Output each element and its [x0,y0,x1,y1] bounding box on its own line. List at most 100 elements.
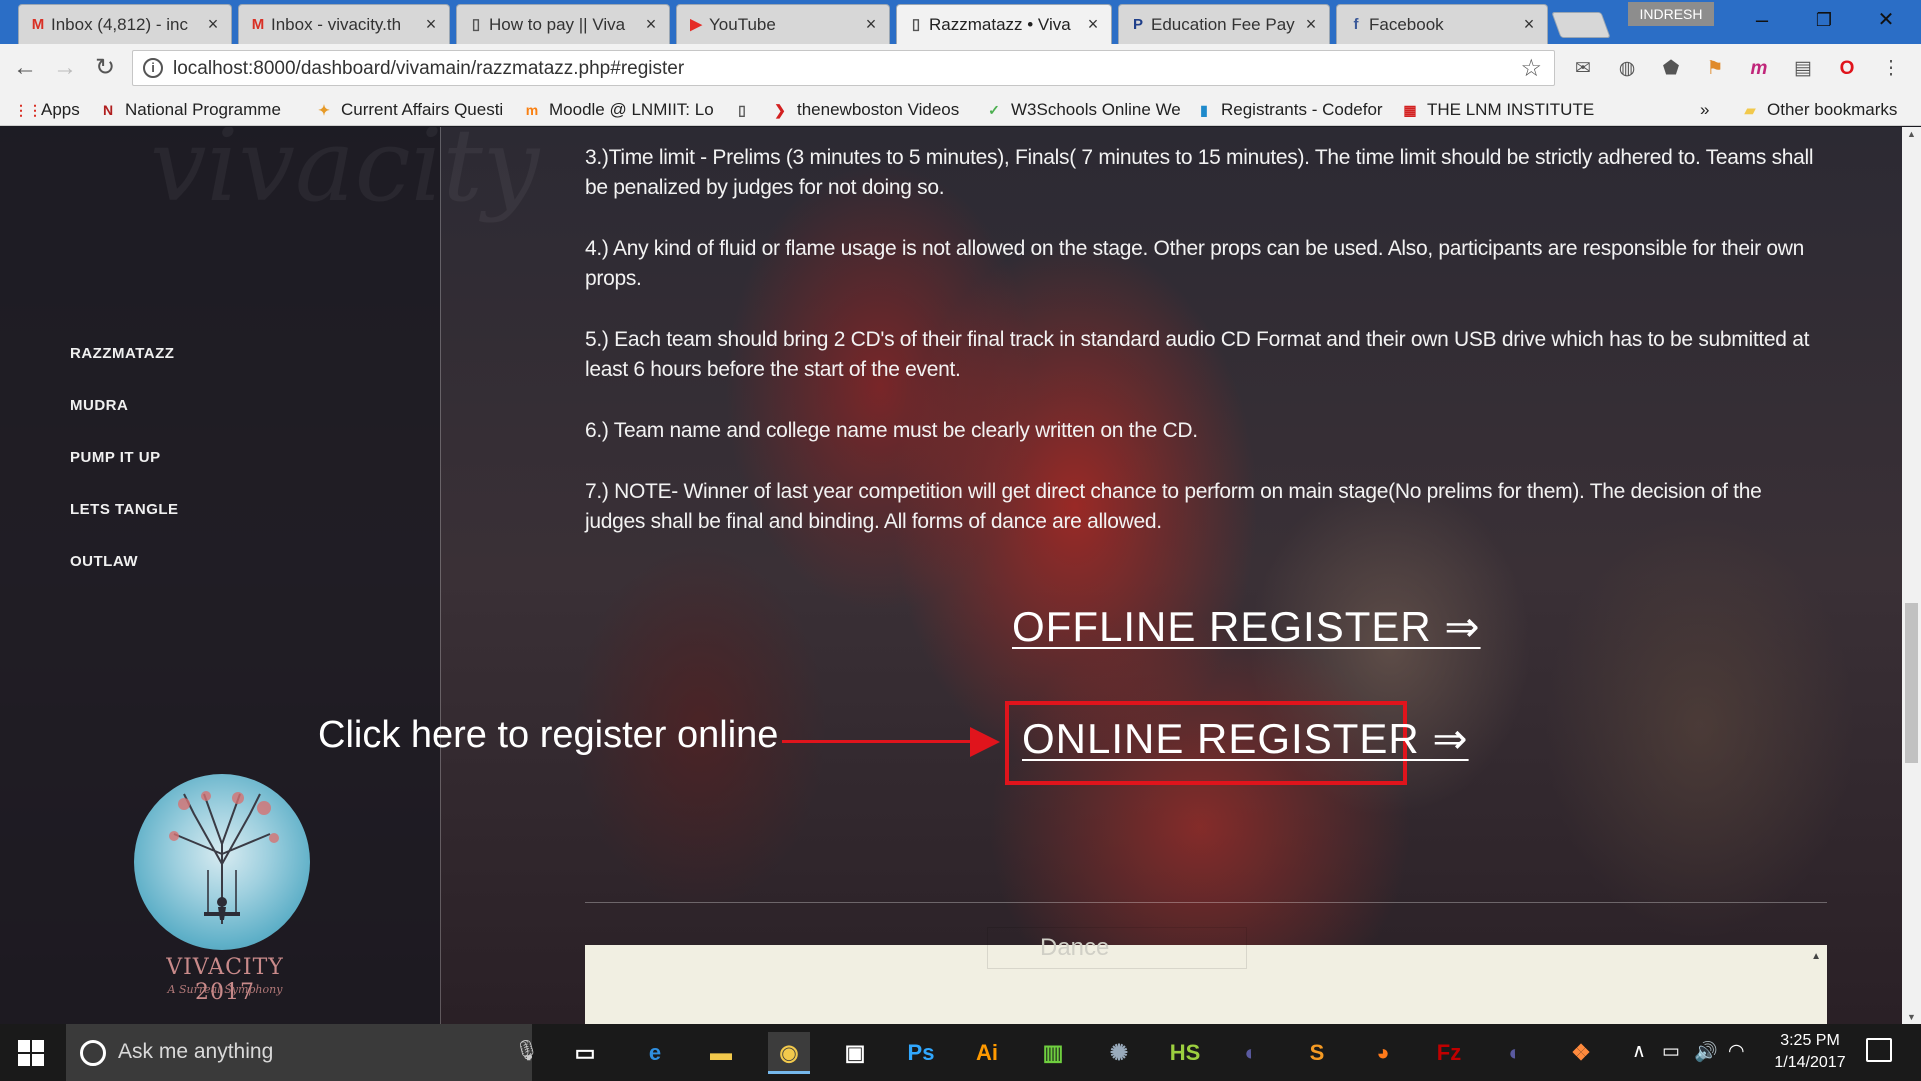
illustrator-icon[interactable]: Ai [966,1032,1008,1074]
tab-title: Education Fee Pay [1151,14,1295,34]
chrome-icon[interactable]: ◉ [768,1032,810,1074]
sidebar-item-mudra[interactable]: MUDRA [70,397,128,414]
bookmark-item[interactable]: N National Programme [98,98,298,122]
page-scrollbar[interactable]: ▲ ▼ [1902,127,1921,1024]
bookmark-item[interactable]: ✦ Current Affairs Questi [314,98,510,122]
bookmark-item[interactable]: ▯ [732,98,756,122]
tab-title: Inbox - vivacity.th [271,14,402,34]
youtube-icon: ▶ [690,16,702,33]
sublime-icon[interactable]: S [1296,1032,1338,1074]
site-info-icon[interactable]: i [143,58,163,78]
network-app-icon[interactable]: ✺ [1098,1032,1140,1074]
extension-reader-icon[interactable]: ▤ [1790,56,1816,82]
folder-icon: ▰ [1744,102,1756,118]
close-tab-icon[interactable]: × [1085,14,1101,35]
filezilla-icon[interactable]: Fz [1428,1032,1470,1074]
browser-tab[interactable]: ▯ How to pay || Viva × [456,4,670,44]
windows-start-icon[interactable] [18,1040,44,1066]
bookmark-item[interactable]: ⋮⋮ Apps [14,98,94,122]
close-tab-icon[interactable]: × [643,14,659,35]
address-url[interactable]: localhost:8000/dashboard/vivamain/razzma… [173,58,684,80]
scroll-up-icon[interactable]: ▲ [1902,129,1921,139]
sidebar: vivacity RAZZMATAZZ MUDRA PUMP IT UP LETS T… [0,127,539,1024]
thenewboston-icon: ❯ [774,102,786,118]
bookmark-item[interactable]: ▦ THE LNM INSTITUTE C [1400,98,1596,122]
close-tab-icon[interactable]: × [205,14,221,35]
bookmark-item[interactable]: m Moodle @ LNMIIT: Lo [522,98,720,122]
browser-tab[interactable]: ▶ YouTube × [676,4,890,44]
sidebar-item-razzmatazz[interactable]: RAZZMATAZZ [70,345,174,362]
profile-button[interactable]: INDRESH [1628,2,1714,26]
annotation-arrow-line [782,740,982,743]
cortana-search-box[interactable]: Ask me anything 🎙 [66,1024,539,1081]
forward-arrow-icon[interactable]: → [50,53,80,83]
task-view-icon[interactable]: ▭ [564,1032,606,1074]
volume-icon[interactable]: 🔊 [1694,1040,1718,1064]
scroll-down-icon[interactable]: ▼ [1902,1012,1921,1022]
logo-title: VIVACITY 2017 [166,955,284,1005]
reload-icon[interactable]: ↻ [90,53,120,83]
wifi-icon[interactable]: ◠ [1728,1040,1745,1063]
microphone-icon[interactable]: 🎙 [514,1038,539,1063]
event-field[interactable]: Dance [987,927,1247,969]
paytm-icon: P [1132,16,1143,33]
browser-tab[interactable]: M Inbox (4,812) - inc × [18,4,232,44]
photoshop-icon[interactable]: Ps [900,1032,942,1074]
firefox-icon[interactable]: ◕ [1362,1032,1404,1074]
online-register-link[interactable]: ONLINE REGISTER ⇒ [1022,714,1469,763]
codeblocks-icon[interactable]: ❖ [1560,1032,1602,1074]
extension-tag-icon[interactable]: ⚑ [1702,56,1728,82]
restore-button[interactable]: ❐ [1794,4,1854,36]
close-tab-icon[interactable]: × [1303,14,1319,35]
browser-toolbar: ← → ↻ i localhost:8000/dashboard/vivamai… [0,44,1921,92]
extension-globe-icon[interactable]: ◍ [1614,56,1640,82]
browser-tab[interactable]: ▯ Razzmatazz • Viva × [896,4,1112,44]
other-bookmarks-folder[interactable]: ▰ Other bookmarks [1740,98,1898,122]
minimize-button[interactable]: – [1732,4,1792,36]
logo-tagline: A Surreal Symphony [167,983,283,996]
new-tab-button[interactable] [1551,12,1611,38]
apps-grid-icon: ⋮⋮ [14,102,42,118]
taskbar-clock[interactable]: 3:25 PM 1/14/2017 [1760,1030,1860,1074]
store-icon[interactable]: ▣ [834,1032,876,1074]
rule-item: 5.) Each team should bring 2 CD's of the… [585,328,1810,381]
opera-extension-icon[interactable]: O [1834,56,1860,82]
browser-tab[interactable]: M Inbox - vivacity.th × [238,4,450,44]
chrome-menu-icon[interactable]: ⋮ [1878,56,1904,82]
close-tab-icon[interactable]: × [423,14,439,35]
bookmark-item[interactable]: ❯ thenewboston Videos [770,98,970,122]
spreadsheet-icon[interactable]: ▥ [1032,1032,1074,1074]
eclipse-icon[interactable]: ◐ [1230,1032,1272,1074]
eclipse-alt-icon[interactable]: ◐ [1494,1032,1536,1074]
edge-icon[interactable]: e [634,1032,676,1074]
lnmiit-icon: ▦ [1403,102,1417,118]
bookmarks-overflow-button[interactable]: » [1700,98,1709,122]
bookmark-item[interactable]: ✓ W3Schools Online We [984,98,1180,122]
bookmark-item[interactable]: ▮ Registrants - Codefor [1194,98,1386,122]
extension-mail-icon[interactable]: ✉ [1570,56,1596,82]
clock-time: 3:25 PM [1780,1032,1840,1049]
browser-tab[interactable]: f Facebook × [1336,4,1548,44]
extension-m-icon[interactable]: m [1746,56,1772,82]
file-explorer-icon[interactable]: ▬ [700,1032,742,1074]
tray-overflow-icon[interactable]: ∧ [1632,1040,1646,1063]
background-watermark: vivacity [150,127,540,224]
battery-icon[interactable]: ▭ [1662,1040,1680,1063]
scrollbar-thumb[interactable] [1905,603,1918,763]
back-arrow-icon[interactable]: ← [10,53,40,83]
close-tab-icon[interactable]: × [1521,14,1537,35]
sidebar-item-outlaw[interactable]: OUTLAW [70,553,138,570]
address-bar[interactable]: i localhost:8000/dashboard/vivamain/razz… [132,50,1555,86]
offline-register-link[interactable]: OFFLINE REGISTER ⇒ [1012,602,1481,651]
extension-shield-icon[interactable]: ⬟ [1658,56,1684,82]
close-tab-icon[interactable]: × [863,14,879,35]
browser-tab[interactable]: P Education Fee Pay × [1118,4,1330,44]
close-window-button[interactable]: ✕ [1856,4,1916,36]
sidebar-item-lets-tangle[interactable]: LETS TANGLE [70,501,179,518]
bookmark-label: Current Affairs Questi [341,100,504,119]
bookmark-star-icon[interactable]: ☆ [1520,54,1542,83]
scroll-up-arrow-icon[interactable]: ▲ [1811,951,1821,962]
action-center-icon[interactable] [1866,1038,1892,1062]
sidebar-item-pump-it-up[interactable]: PUMP IT UP [70,449,161,466]
hs-app-icon[interactable]: HS [1164,1032,1206,1074]
